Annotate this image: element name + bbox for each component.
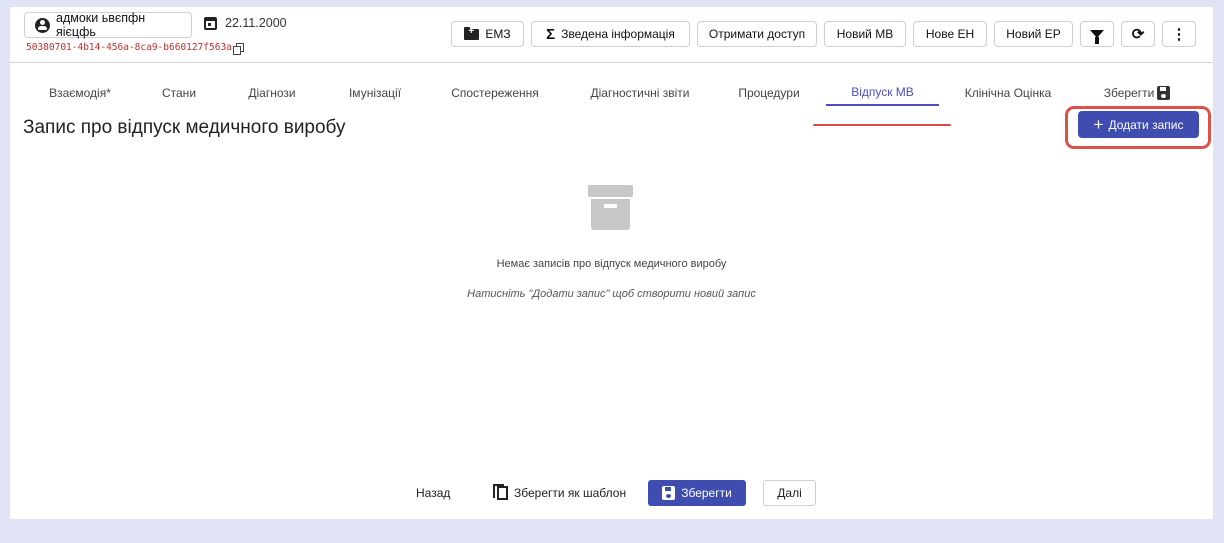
back-button[interactable]: Назад — [416, 480, 450, 506]
patient-uuid: 50380701-4b14-456a-8ca9-b660127f563a — [26, 42, 244, 55]
tab-interaction[interactable]: Взаємодія* — [38, 80, 122, 106]
tab-label: Клінічна Оцінка — [964, 86, 1052, 100]
ehr-label: ЕМЗ — [485, 27, 511, 41]
tab-procedures[interactable]: Процедури — [728, 80, 810, 106]
new-mv-label: Новий МВ — [836, 27, 894, 41]
tab-clinical-assessment[interactable]: Клінічна Оцінка — [956, 80, 1060, 106]
tab-label: Стани — [161, 86, 197, 100]
tab-observations[interactable]: Спостереження — [442, 80, 548, 106]
add-record-button[interactable]: + Додати запис — [1078, 111, 1199, 138]
tab-label: Імунізації — [348, 86, 402, 100]
save-template-label: Зберегти як шаблон — [514, 486, 627, 500]
new-en-label: Нове ЕН — [925, 27, 975, 41]
summary-button[interactable]: Σ Зведена інформація — [531, 21, 690, 47]
save-template-button[interactable]: Зберегти як шаблон — [491, 480, 626, 506]
folder-add-icon — [464, 26, 480, 40]
tab-bar: Взаємодія* Стани Діагнози Імунізації Спо… — [10, 80, 1213, 106]
tab-diagnostic-reports[interactable]: Діагностичні звіти — [578, 80, 702, 106]
new-ep-label: Новий ЕР — [1006, 27, 1061, 41]
filter-icon — [1090, 30, 1104, 44]
patient-name: адмоки ьвєпфн яієцфь — [56, 11, 146, 39]
main-card: адмоки ьвєпфн яієцфь 22.11.2000 50380701… — [10, 7, 1213, 519]
tab-label: Відпуск МВ — [851, 85, 914, 99]
get-access-label: Отримати доступ — [708, 27, 806, 41]
empty-state-text: Немає записів про відпуск медичного виро… — [496, 258, 727, 270]
toolbar: ЕМЗ Σ Зведена інформація Отримати доступ… — [451, 21, 1196, 47]
tab-save[interactable]: Зберегти — [1094, 80, 1180, 106]
more-button[interactable]: ⋮ — [1162, 21, 1196, 47]
tab-immunizations[interactable]: Імунізації — [338, 80, 412, 106]
tab-device-dispense[interactable]: Відпуск МВ — [826, 80, 939, 106]
new-ep-button[interactable]: Новий ЕР — [994, 21, 1073, 47]
sigma-icon: Σ — [546, 25, 556, 43]
get-access-button[interactable]: Отримати доступ — [697, 21, 817, 47]
new-en-button[interactable]: Нове ЕН — [913, 21, 987, 47]
empty-state-hint: Натисніть "Додати запис" щоб створити но… — [467, 288, 756, 300]
tab-label: Взаємодія* — [49, 86, 111, 100]
save-icon — [1157, 86, 1171, 100]
tab-label: Зберегти — [1103, 86, 1155, 100]
tab-label: Процедури — [738, 86, 800, 100]
tab-diagnoses[interactable]: Діагнози — [236, 80, 308, 106]
save-icon — [662, 486, 676, 500]
tab-label: Спостереження — [451, 86, 539, 100]
birth-date: 22.11.2000 — [204, 16, 287, 30]
archive-icon — [588, 185, 633, 230]
ehr-button[interactable]: ЕМЗ — [451, 21, 524, 47]
tab-label: Діагностичні звіти — [590, 86, 690, 100]
add-record-label: Додати запис — [1108, 117, 1184, 132]
save-label: Зберегти — [681, 486, 732, 500]
refresh-button[interactable]: ⟳ — [1121, 21, 1155, 47]
highlight-underline — [813, 124, 951, 126]
tab-conditions[interactable]: Стани — [150, 80, 208, 106]
patient-header: адмоки ьвєпфн яієцфь 22.11.2000 50380701… — [10, 7, 1213, 63]
copy-icon[interactable] — [232, 43, 244, 55]
summary-label: Зведена інформація — [561, 27, 675, 41]
birth-date-value: 22.11.2000 — [225, 16, 287, 30]
copy-icon — [493, 484, 508, 500]
page-title: Запис про відпуск медичного виробу — [23, 117, 346, 138]
refresh-icon: ⟳ — [1131, 26, 1145, 43]
plus-icon: + — [1093, 115, 1104, 134]
save-button[interactable]: Зберегти — [648, 480, 746, 506]
filter-button[interactable] — [1080, 21, 1114, 47]
more-vert-icon: ⋮ — [1171, 26, 1187, 43]
next-button[interactable]: Далі — [763, 480, 816, 506]
account-icon — [35, 17, 50, 33]
new-mv-button[interactable]: Новий МВ — [824, 21, 906, 47]
patient-uuid-value: 50380701-4b14-456a-8ca9-b660127f563a — [26, 42, 232, 53]
calendar-icon — [204, 16, 217, 30]
tab-label: Діагнози — [248, 86, 296, 100]
patient-button[interactable]: адмоки ьвєпфн яієцфь — [24, 11, 192, 39]
